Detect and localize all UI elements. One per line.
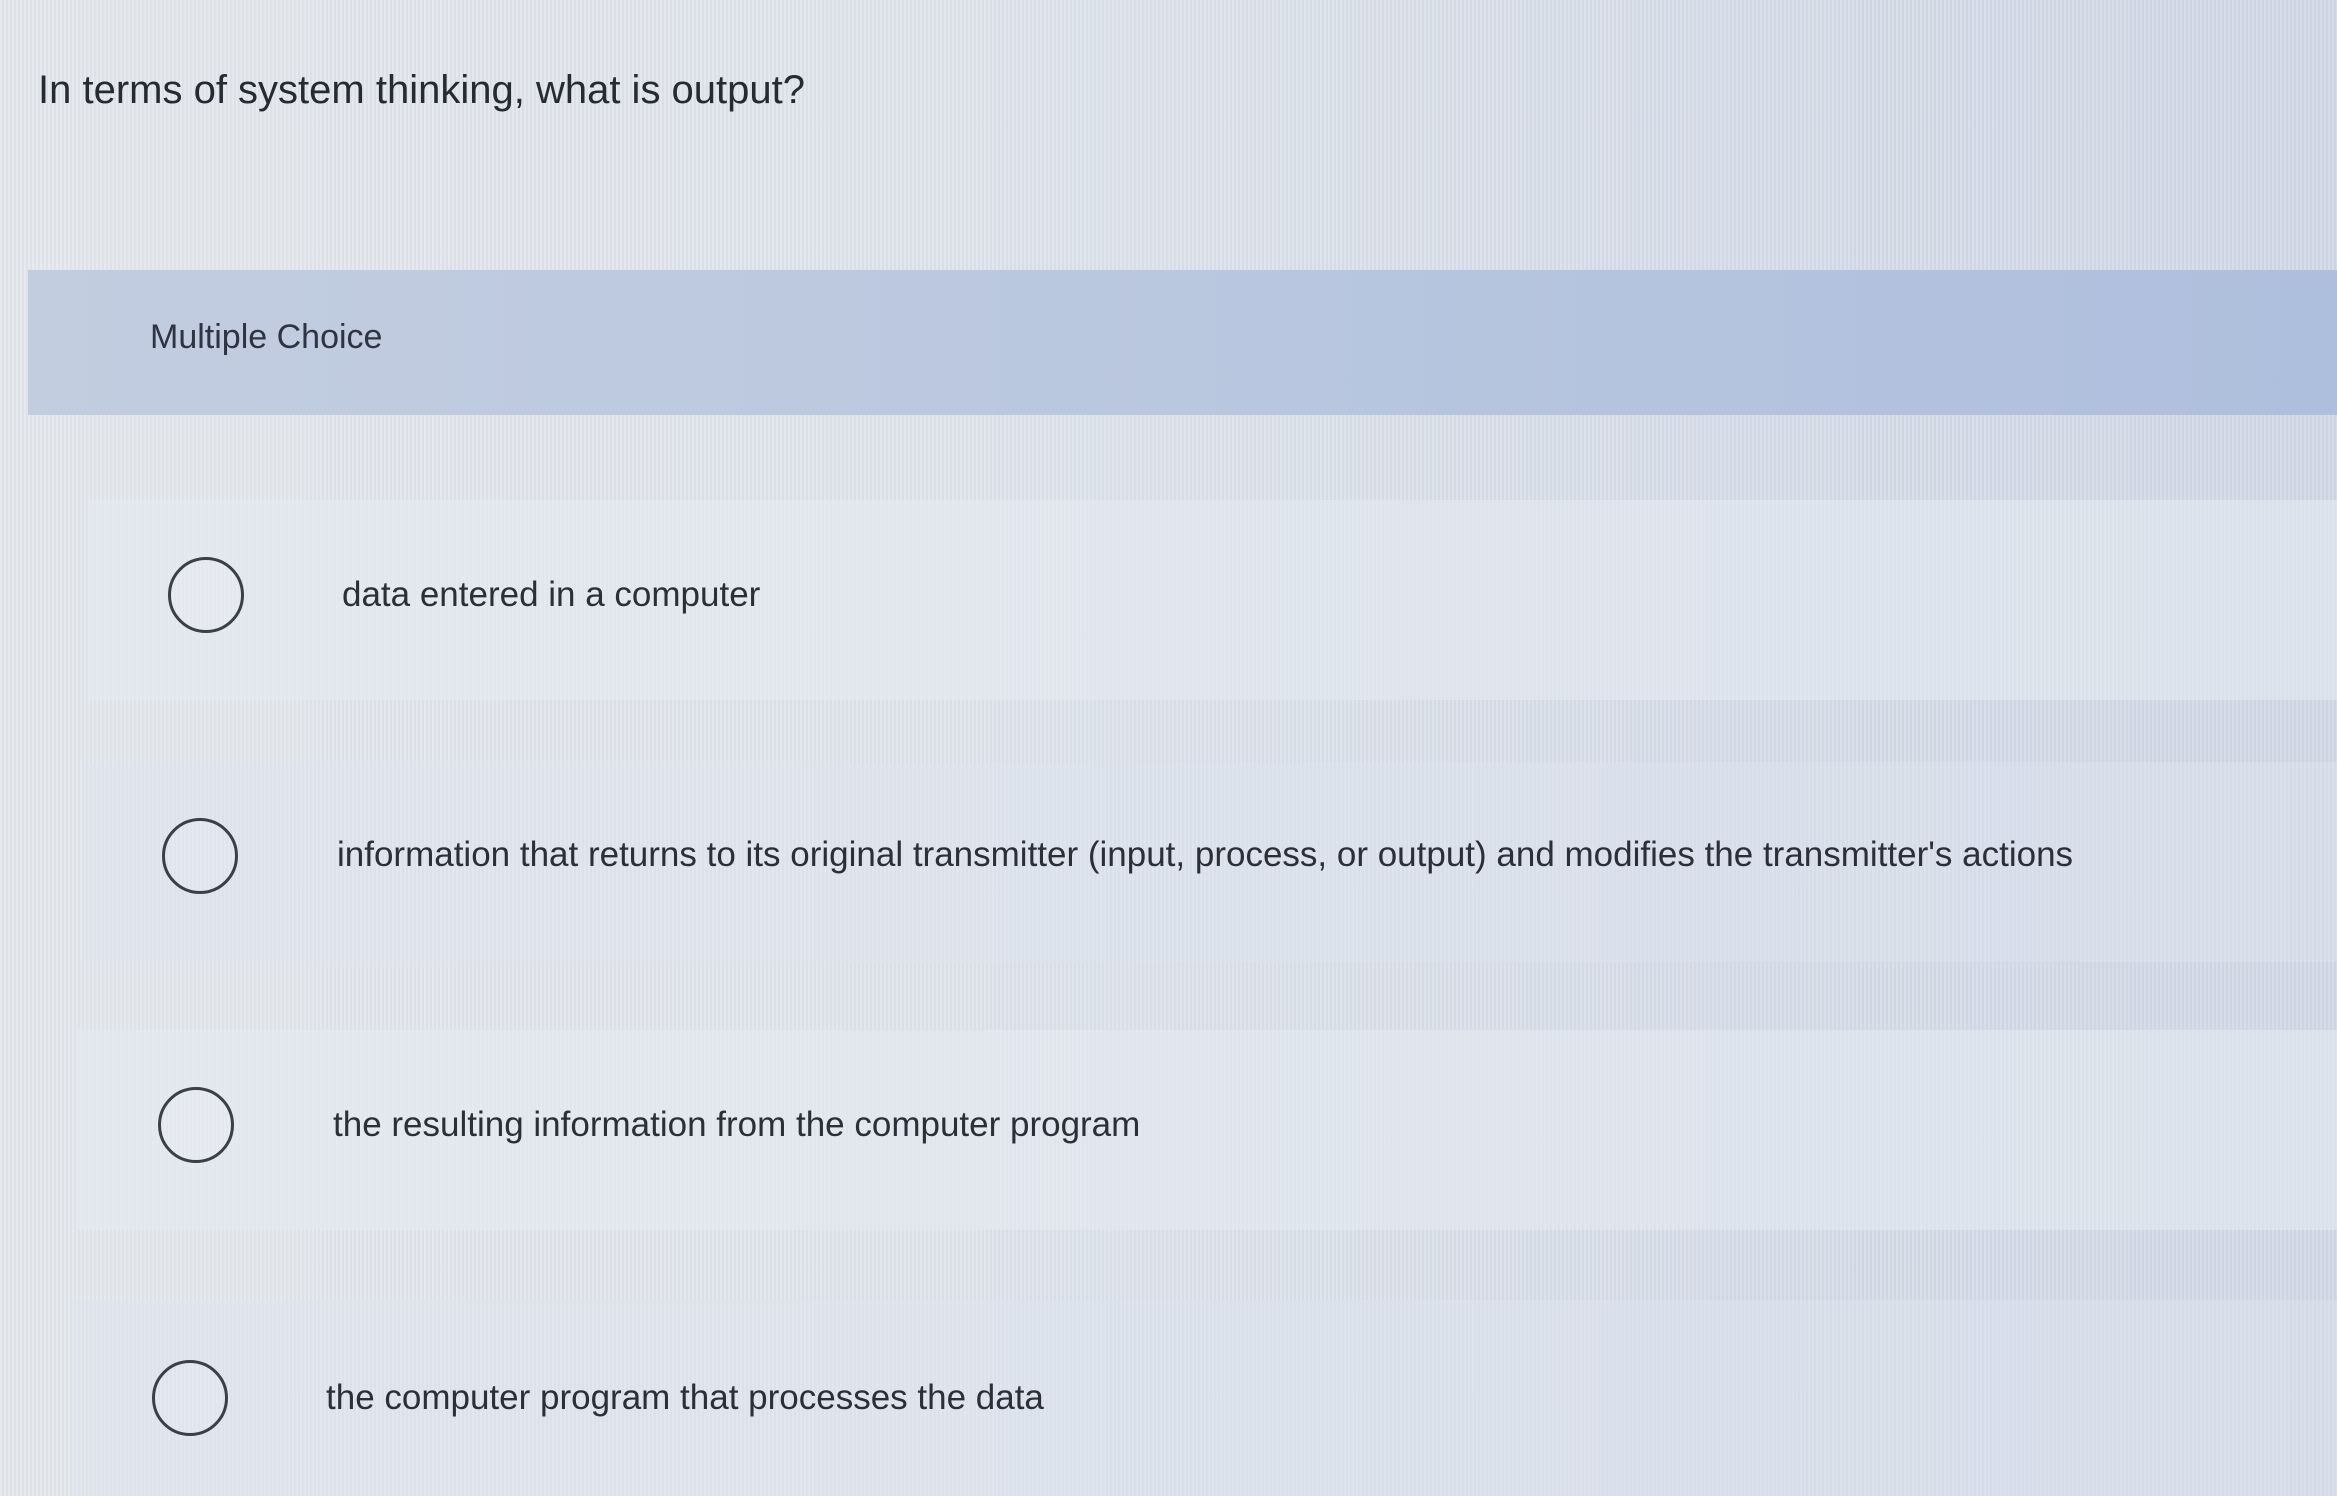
radio-button-icon[interactable] — [168, 557, 244, 633]
answer-option[interactable]: the computer program that processes the … — [72, 1300, 2337, 1496]
answer-option-label: the computer program that processes the … — [326, 1378, 1044, 1417]
radio-button-icon[interactable] — [162, 818, 238, 894]
radio-button-icon[interactable] — [152, 1360, 228, 1436]
radio-button-icon[interactable] — [158, 1087, 234, 1163]
question-type-label: Multiple Choice — [150, 318, 383, 356]
answer-options: data entered in a computer information t… — [0, 500, 2337, 1496]
answer-option-label: information that returns to its original… — [337, 835, 2074, 874]
answer-option[interactable]: the resulting information from the compu… — [78, 1030, 2337, 1230]
answer-option-label: the resulting information from the compu… — [333, 1105, 1141, 1144]
question-text: In terms of system thinking, what is out… — [38, 68, 806, 112]
answer-option-label: data entered in a computer — [342, 575, 761, 614]
answer-option[interactable]: data entered in a computer — [90, 500, 2337, 700]
answer-option[interactable]: information that returns to its original… — [82, 762, 2337, 962]
